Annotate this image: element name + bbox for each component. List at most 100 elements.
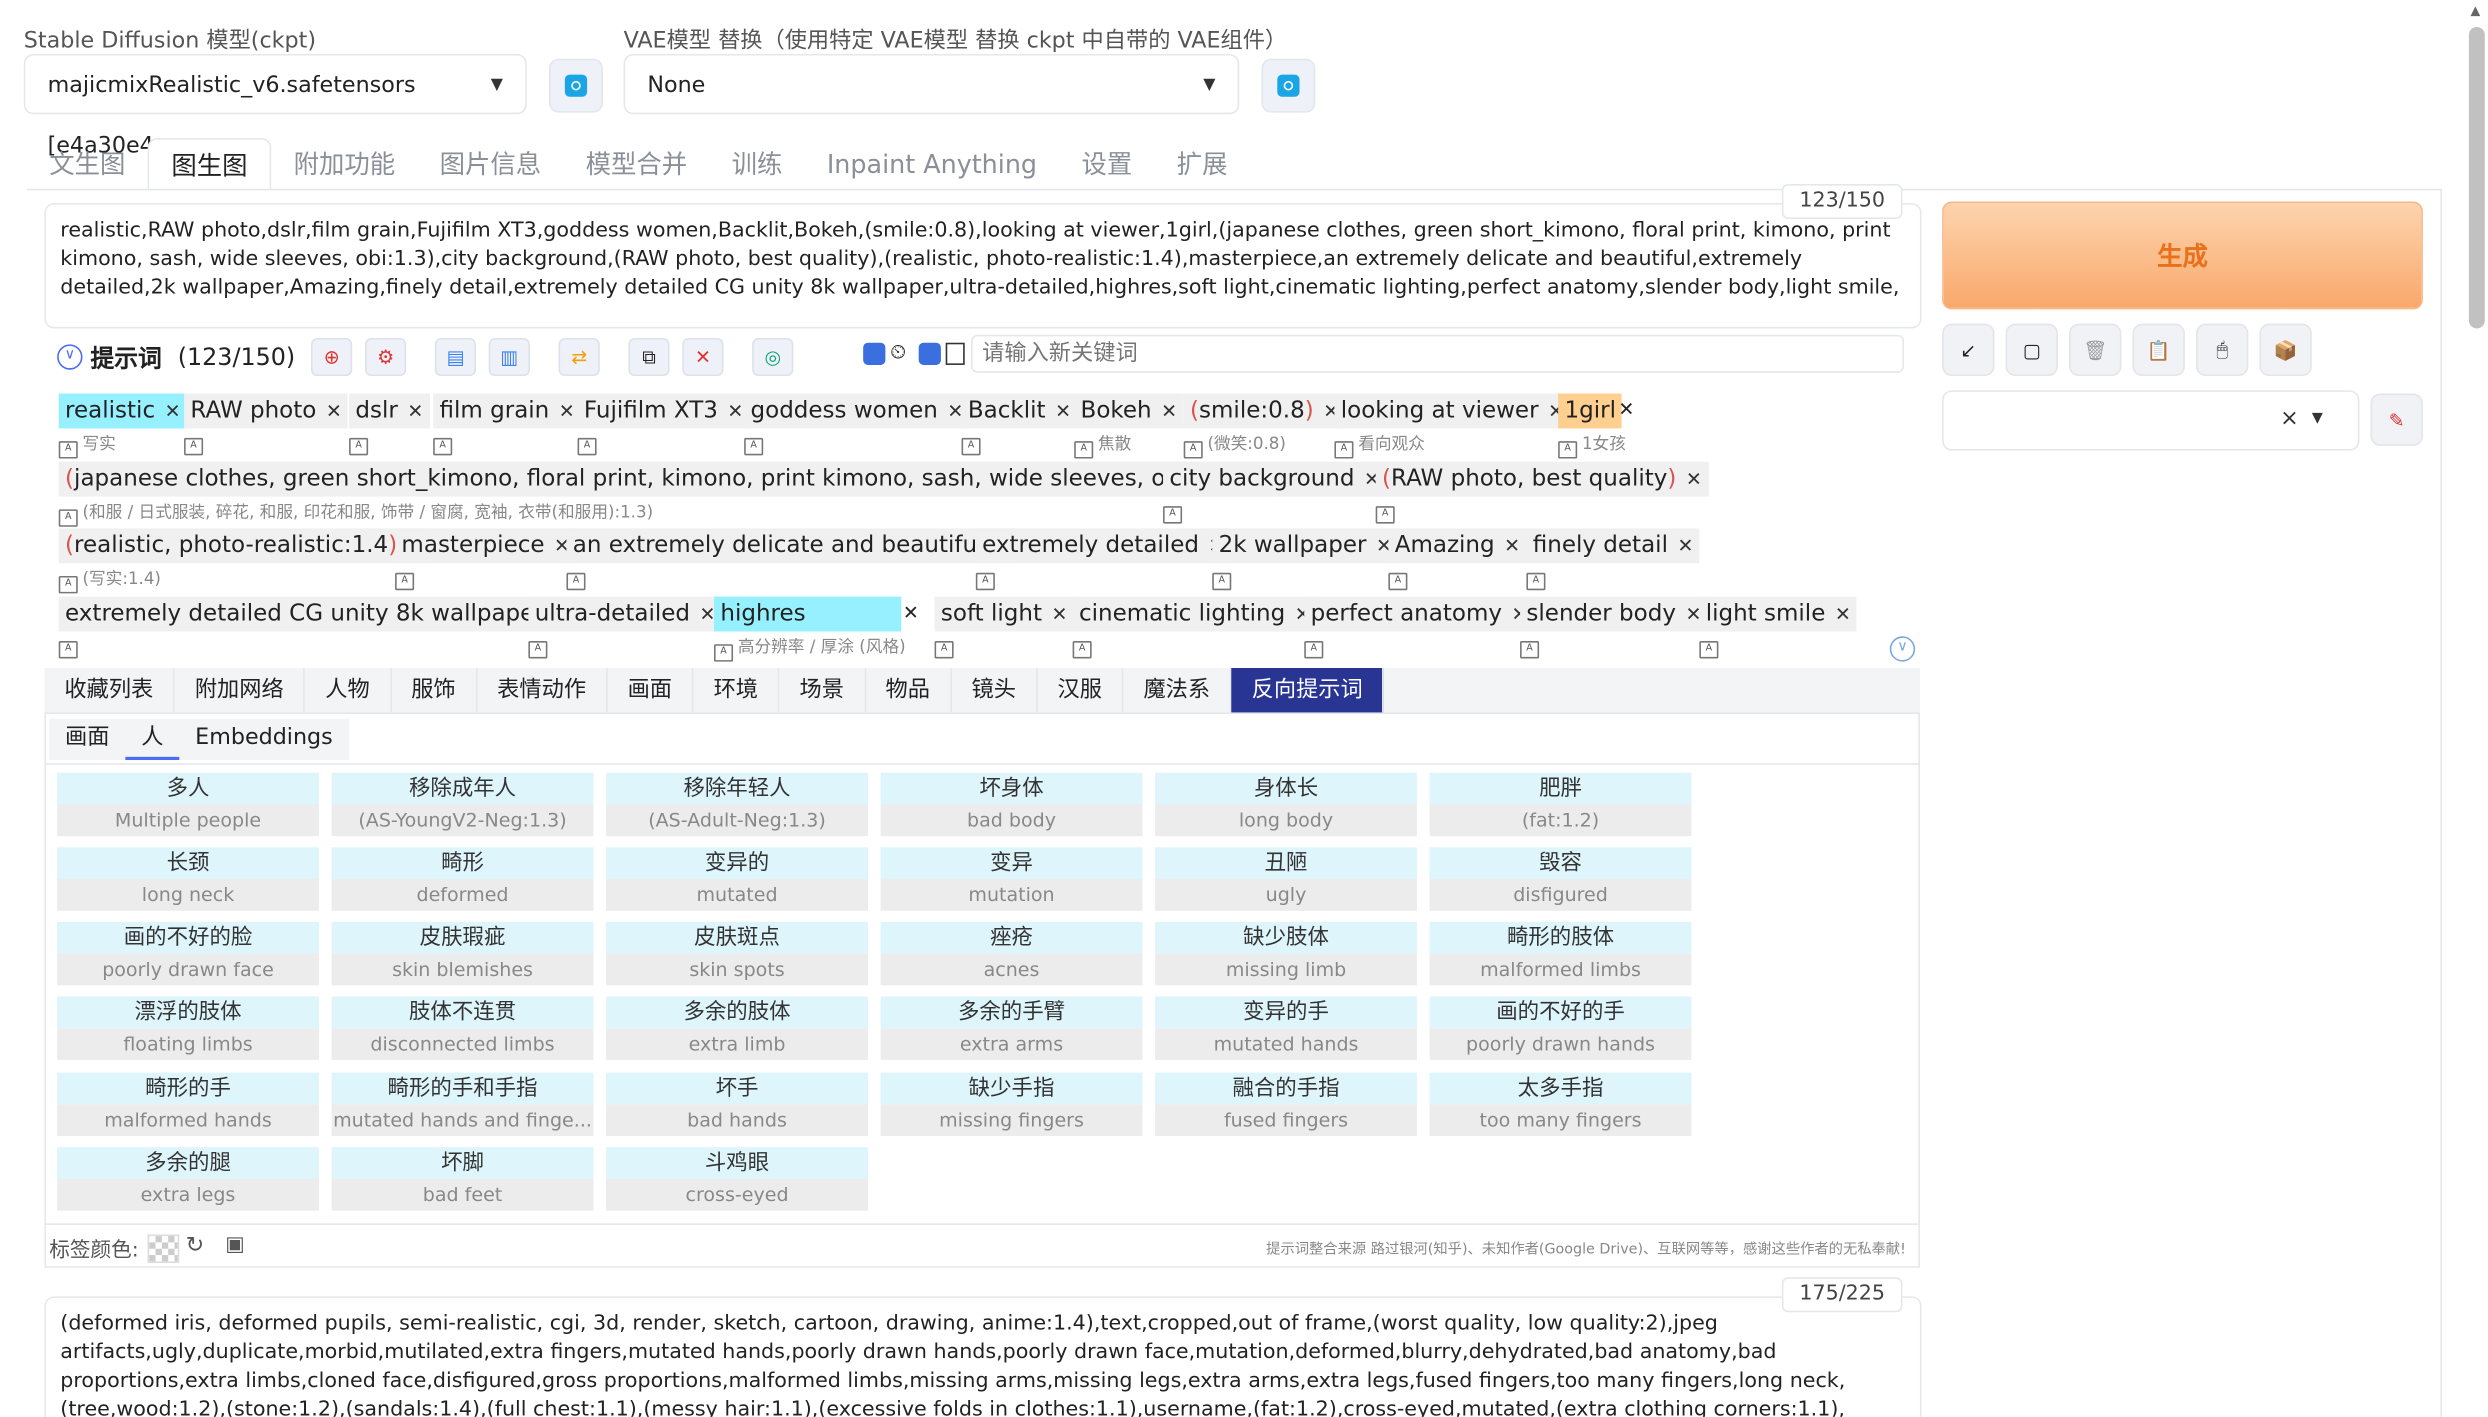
cat-negative-prompts[interactable]: 反向提示词 xyxy=(1231,668,1385,713)
tag-chip[interactable]: city background ✕ xyxy=(1163,461,1387,497)
cat-camera[interactable]: 镜头 xyxy=(952,668,1038,713)
cat-items[interactable]: 物品 xyxy=(866,668,952,713)
close-icon[interactable]: ✕ xyxy=(165,400,181,422)
close-icon[interactable]: ✕ xyxy=(1052,603,1068,625)
prompt-card[interactable]: 变异的 mutated xyxy=(606,847,868,911)
prompt-card[interactable]: 多余的腿 extra legs xyxy=(57,1147,319,1211)
cat-environment[interactable]: 环境 xyxy=(694,668,780,713)
tag-chip[interactable]: looking at viewer ✕ xyxy=(1334,393,1571,429)
copy-icon[interactable]: ⧉ xyxy=(628,337,670,377)
delete-icon[interactable]: ✕ xyxy=(682,337,724,377)
prompt-card[interactable]: 多人 Multiple people xyxy=(57,772,319,837)
arrow-icon[interactable]: ↙ xyxy=(1942,323,1995,377)
prompt-card[interactable]: 缺少肢体 missing limb xyxy=(1155,921,1417,986)
tag-chip[interactable]: finely detail ✕ xyxy=(1526,528,1700,564)
model-dropdown[interactable]: majicmixRealistic_v6.safetensors [e4a30e… xyxy=(23,53,527,159)
prompt-card[interactable]: 坏身体 bad body xyxy=(880,772,1143,837)
prompt-card[interactable]: 肢体不连贯 disconnected limbs xyxy=(331,996,594,1060)
reset-icon[interactable]: ↻ xyxy=(186,1233,205,1258)
trash-icon[interactable]: 🗑 xyxy=(2069,323,2122,377)
square-icon[interactable]: ▢ xyxy=(2005,323,2058,377)
tag-chip[interactable]: RAW photo ✕ xyxy=(184,393,349,429)
close-icon[interactable]: ✕ xyxy=(1618,398,1634,420)
close-icon[interactable]: ✕ xyxy=(1677,535,1693,557)
prompt-card[interactable]: 斗鸡眼 cross-eyed xyxy=(606,1147,868,1211)
cat-hanfu[interactable]: 汉服 xyxy=(1038,668,1124,713)
export-icon[interactable]: ▥ xyxy=(488,337,531,377)
close-icon[interactable]: ✕ xyxy=(1686,468,1702,490)
tag-chip[interactable]: (RAW photo, best quality) ✕ xyxy=(1375,461,1709,497)
prompt-card[interactable]: 缺少手指 missing fingers xyxy=(880,1072,1143,1137)
prompt-textarea[interactable]: realistic,RAW photo,dslr,film grain,Fuji… xyxy=(44,203,1922,329)
prompt-card[interactable]: 漂浮的肢体 floating limbs xyxy=(57,996,319,1060)
prompt-card[interactable]: 身体长 long body xyxy=(1155,772,1417,837)
prompt-card[interactable]: 画的不好的脸 poorly drawn face xyxy=(57,921,319,986)
close-icon[interactable]: ✕ xyxy=(1055,400,1071,422)
tag-chip[interactable]: extremely detailed CG unity 8k wallpaper… xyxy=(58,596,576,632)
tag-chip[interactable]: dslr ✕ xyxy=(349,393,430,429)
prompt-card[interactable]: 丑陋 ugly xyxy=(1155,847,1417,911)
tag-chip[interactable]: Fujifilm XT3 ✕ xyxy=(577,393,750,429)
mouse-icon[interactable]: 🖱 xyxy=(2195,323,2249,377)
prompt-card[interactable]: 畸形 deformed xyxy=(331,847,594,911)
checkbox-icon[interactable] xyxy=(918,342,941,365)
cat-magic[interactable]: 魔法系 xyxy=(1123,668,1232,713)
history-icon[interactable]: ⏲ xyxy=(890,341,906,365)
close-icon[interactable]: ✕ xyxy=(1835,603,1851,625)
checker-icon[interactable] xyxy=(147,1234,180,1264)
prompt-card[interactable]: 毁容 disfigured xyxy=(1429,847,1692,911)
openai-icon[interactable]: ◎ xyxy=(752,337,794,377)
scroll-up-icon[interactable]: ▲ xyxy=(2470,3,2480,17)
prompt-card[interactable]: 移除成年人 (AS-YoungV2-Neg:1.3) xyxy=(331,772,594,837)
tag-chip[interactable]: highres xyxy=(714,596,902,632)
model-refresh-button[interactable] xyxy=(548,58,603,113)
tab-merge[interactable]: 模型合并 xyxy=(563,138,709,190)
prompt-card[interactable]: 痤疮 acnes xyxy=(880,921,1143,986)
tag-chip[interactable]: ultra-detailed ✕ xyxy=(528,596,722,632)
tag-chip[interactable]: an extremely delicate and beautiful✕ xyxy=(566,528,1016,564)
prompt-card[interactable]: 坏手 bad hands xyxy=(606,1072,868,1137)
close-icon[interactable]: ✕ xyxy=(1161,400,1177,422)
tag-chip[interactable]: masterpiece ✕ xyxy=(395,528,577,564)
tag-chip[interactable]: Amazing ✕ xyxy=(1388,528,1527,564)
vae-dropdown[interactable]: None ▼ xyxy=(623,53,1240,115)
cat-composition[interactable]: 画面 xyxy=(608,668,694,713)
expand-icon[interactable]: ∨ xyxy=(1889,636,1916,662)
tag-chip[interactable]: goddess women ✕ xyxy=(744,393,970,429)
prompt-card[interactable]: 畸形的手 malformed hands xyxy=(57,1072,319,1137)
scrollbar-thumb[interactable] xyxy=(2468,26,2485,329)
tab-png-info[interactable]: 图片信息 xyxy=(417,138,563,190)
prompt-card[interactable]: 皮肤斑点 skin spots xyxy=(606,921,868,986)
prompt-card[interactable]: 畸形的手和手指 mutated hands and finge... xyxy=(331,1072,594,1137)
cat-clothing[interactable]: 服饰 xyxy=(391,668,478,713)
tag-chip[interactable]: 2k wallpaper ✕ xyxy=(1212,528,1399,564)
clipboard-icon[interactable]: 📋 xyxy=(2132,323,2185,377)
keyword-input[interactable] xyxy=(971,334,1905,373)
prompt-card[interactable]: 变异的手 mutated hands xyxy=(1155,996,1417,1060)
prompt-card[interactable]: 肥胖 (fat:1.2) xyxy=(1429,772,1692,837)
prompt-card[interactable]: 多余的肢体 extra limb xyxy=(606,996,868,1060)
tag-chip[interactable]: cinematic lighting ✕ xyxy=(1072,596,1318,632)
tag-chip[interactable]: soft light ✕ xyxy=(934,596,1074,632)
tag-chip[interactable]: light smile ✕ xyxy=(1699,596,1858,632)
cat-scenes[interactable]: 场景 xyxy=(780,668,866,713)
vae-refresh-button[interactable] xyxy=(1261,58,1316,113)
prompt-card[interactable]: 变异 mutation xyxy=(880,847,1143,911)
prompt-card[interactable]: 画的不好的手 poorly drawn hands xyxy=(1429,996,1692,1060)
negative-prompt-textarea[interactable]: (deformed iris, deformed pupils, semi-re… xyxy=(44,1296,1922,1417)
tag-chip[interactable]: slender body ✕ xyxy=(1520,596,1708,632)
prompt-card[interactable]: 太多手指 too many fingers xyxy=(1429,1072,1692,1137)
tab-extras[interactable]: 附加功能 xyxy=(271,138,417,190)
tab-txt2img[interactable]: 文生图 xyxy=(27,138,148,190)
close-icon[interactable]: ✕ xyxy=(1504,535,1520,557)
tab-extensions[interactable]: 扩展 xyxy=(1154,138,1249,190)
tab-settings[interactable]: 设置 xyxy=(1059,138,1154,190)
close-icon[interactable]: ✕ xyxy=(559,400,575,422)
tag-chip[interactable]: 1girl xyxy=(1558,393,1623,429)
translate-icon[interactable]: ⊕ xyxy=(311,337,353,377)
tag-chip[interactable]: extremely detailed✕ xyxy=(975,528,1231,564)
cat-extra-networks[interactable]: 附加网络 xyxy=(175,668,306,713)
import-icon[interactable]: ▤ xyxy=(434,337,477,377)
tag-chip[interactable]: (smile:0.8) ✕ xyxy=(1183,393,1346,429)
tag-chip[interactable]: (japanese clothes, green short_kimono, f… xyxy=(58,461,1272,497)
